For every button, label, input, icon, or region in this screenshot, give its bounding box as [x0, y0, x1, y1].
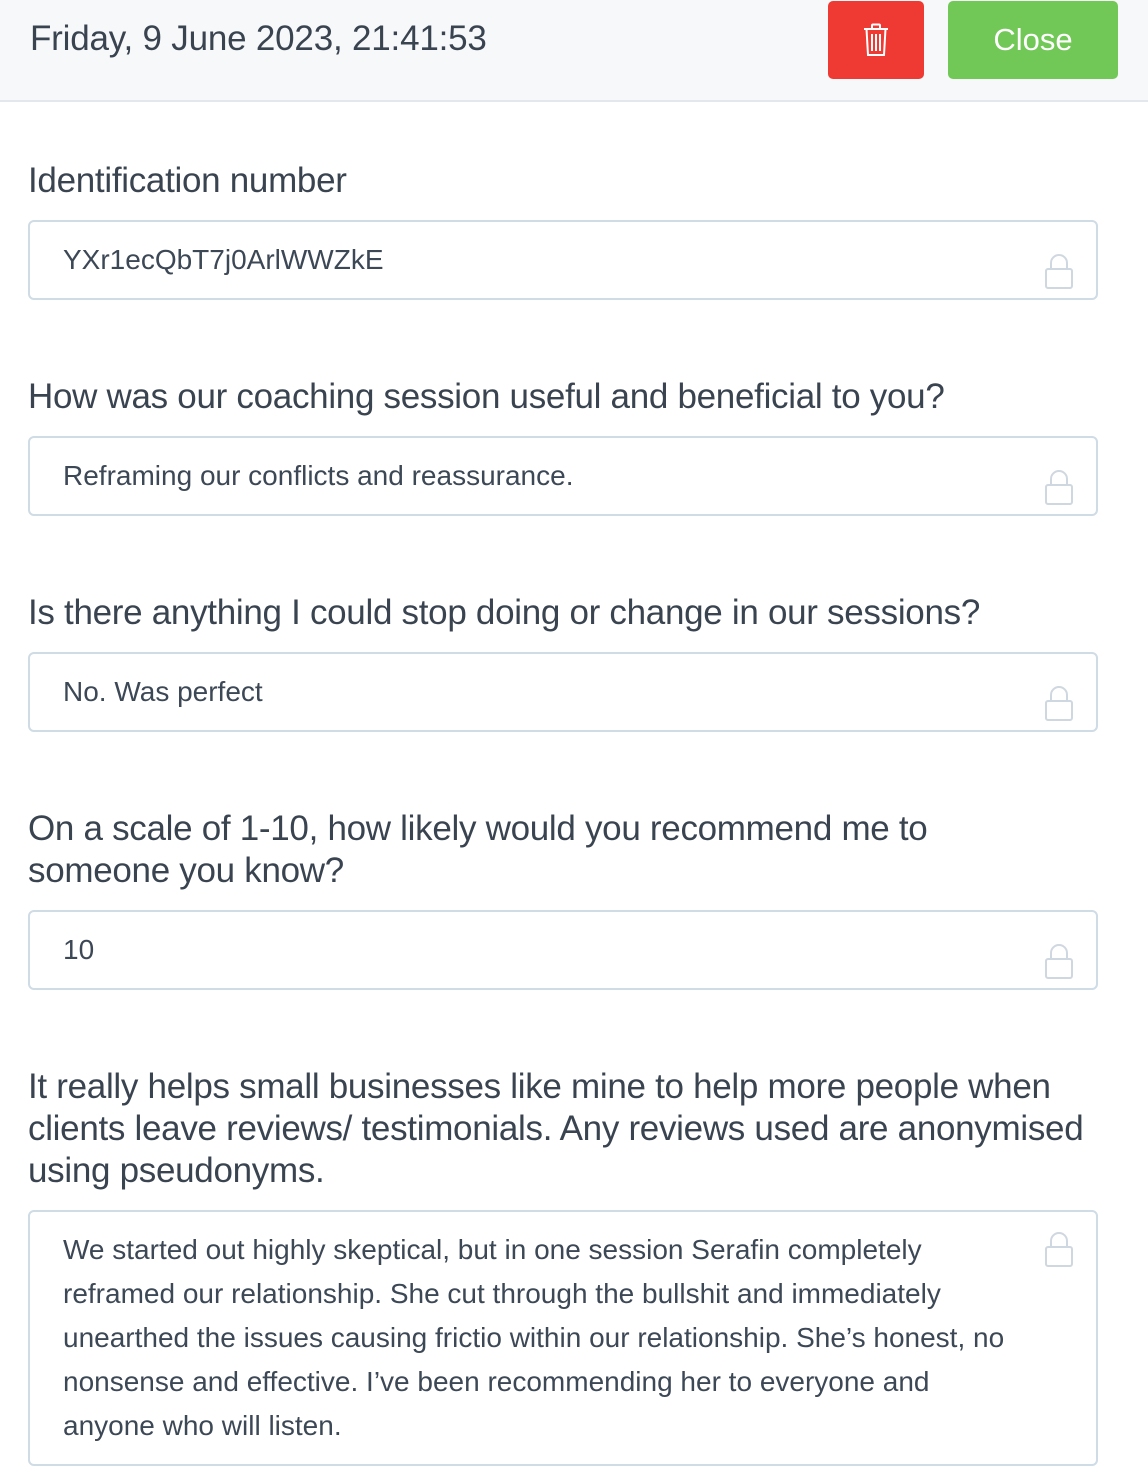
top-bar: Friday, 9 June 2023, 21:41:53 Close: [0, 0, 1148, 102]
field-changes: Is there anything I could stop doing or …: [28, 592, 1098, 732]
field-value-box: Reframing our conflicts and reassurance.: [28, 436, 1098, 516]
field-value: YXr1ecQbT7j0ArlWWZkE: [63, 244, 384, 275]
field-label: Identification number: [28, 161, 347, 200]
lock-icon: [1044, 243, 1074, 289]
field-label: It really helps small businesses like mi…: [28, 1067, 1084, 1190]
field-value-box: We started out highly skeptical, but in …: [28, 1210, 1098, 1466]
trash-icon: [863, 23, 889, 57]
field-label: How was our coaching session useful and …: [28, 377, 945, 416]
delete-button[interactable]: [828, 1, 924, 79]
field-value-box: No. Was perfect: [28, 652, 1098, 732]
field-recommend-score: On a scale of 1-10, how likely would you…: [28, 808, 1098, 990]
lock-icon: [1044, 1232, 1074, 1268]
field-value: We started out highly skeptical, but in …: [63, 1234, 1005, 1441]
lock-icon: [1044, 675, 1074, 721]
lock-icon: [1044, 459, 1074, 505]
response-timestamp: Friday, 9 June 2023, 21:41:53: [30, 19, 487, 58]
field-value-box: 10: [28, 910, 1098, 990]
field-value: Reframing our conflicts and reassurance.: [63, 460, 574, 491]
field-value-box: YXr1ecQbT7j0ArlWWZkE: [28, 220, 1098, 300]
field-testimonial: It really helps small businesses like mi…: [28, 1066, 1098, 1466]
field-identification-number: Identification number YXr1ecQbT7j0ArlWWZ…: [28, 160, 1098, 300]
field-value: 10: [63, 934, 95, 965]
field-value: No. Was perfect: [63, 676, 263, 707]
form-responses: Identification number YXr1ecQbT7j0ArlWWZ…: [28, 160, 1098, 1466]
close-button[interactable]: Close: [948, 1, 1118, 79]
lock-icon: [1044, 933, 1074, 979]
field-session-benefit: How was our coaching session useful and …: [28, 376, 1098, 516]
field-label: On a scale of 1-10, how likely would you…: [28, 809, 928, 890]
field-label: Is there anything I could stop doing or …: [28, 593, 980, 632]
